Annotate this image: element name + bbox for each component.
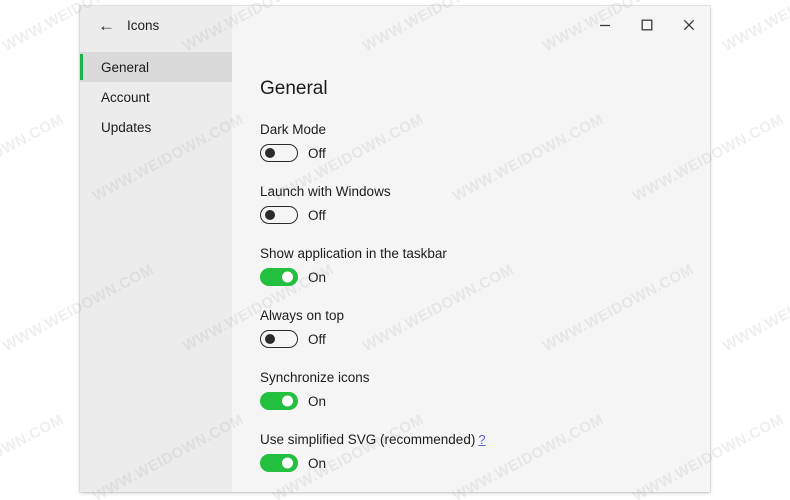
toggle-simplified-svg[interactable] — [260, 454, 298, 472]
toggle-line: Off — [260, 144, 710, 162]
setting-label: Dark Mode — [260, 122, 327, 137]
page-title: General — [260, 78, 328, 99]
setting-row-show-in-taskbar: Show application in the taskbar On — [260, 246, 710, 286]
toggle-state-label: On — [308, 393, 327, 409]
sidebar-item-label: General — [101, 59, 150, 75]
title-bar-drag-region[interactable] — [232, 6, 584, 44]
setting-row-dark-mode: Dark Mode Off — [260, 122, 710, 162]
toggle-show-in-taskbar[interactable] — [260, 268, 298, 286]
toggle-knob — [265, 334, 275, 344]
toggle-knob — [282, 457, 293, 469]
maximize-icon — [641, 19, 653, 31]
window-body: General Account Updates General Dark Mod… — [80, 44, 710, 492]
toggle-line: On — [260, 268, 710, 286]
window-controls — [584, 6, 710, 44]
toggle-state-label: On — [308, 455, 327, 471]
setting-label: Launch with Windows — [260, 184, 391, 199]
watermark-text: WWW.WEIDOWN.COM — [720, 0, 790, 56]
toggle-always-on-top[interactable] — [260, 330, 298, 348]
close-icon — [683, 19, 695, 31]
setting-label: Use simplified SVG (recommended) — [260, 432, 476, 447]
toggle-line: On — [260, 454, 710, 472]
title-bar-left-section: ← Icons — [80, 6, 232, 44]
toggle-state-label: Off — [308, 207, 326, 223]
window-title: Icons — [127, 17, 160, 33]
sidebar-item-general[interactable]: General — [80, 52, 232, 82]
settings-window: ← Icons General Account Updates General … — [80, 6, 710, 492]
setting-row-always-on-top: Always on top Off — [260, 308, 710, 348]
setting-label-wrapper: Use simplified SVG (recommended)? — [260, 432, 710, 447]
sidebar-item-updates[interactable]: Updates — [80, 112, 232, 142]
toggle-dark-mode[interactable] — [260, 144, 298, 162]
toggle-knob — [265, 210, 275, 220]
help-link-icon[interactable]: ? — [478, 432, 485, 447]
toggle-launch-with-windows[interactable] — [260, 206, 298, 224]
maximize-button[interactable] — [626, 6, 668, 44]
sidebar-nav: General Account Updates — [80, 44, 232, 492]
setting-label: Show application in the taskbar — [260, 246, 447, 261]
toggle-line: On — [260, 392, 710, 410]
setting-row-launch-with-windows: Launch with Windows Off — [260, 184, 710, 224]
watermark-text: WWW.WEIDOWN.COM — [0, 110, 67, 206]
toggle-knob — [282, 271, 293, 283]
setting-label: Always on top — [260, 308, 345, 323]
toggle-knob — [282, 395, 293, 407]
settings-content-panel: General Dark Mode Off Launch with Window… — [232, 44, 710, 492]
setting-label: Synchronize icons — [260, 370, 370, 385]
watermark-text: WWW.WEIDOWN.COM — [0, 410, 67, 500]
sidebar-item-account[interactable]: Account — [80, 82, 232, 112]
sidebar-top-spacer — [80, 44, 232, 52]
title-bar: ← Icons — [80, 6, 710, 44]
toggle-state-label: Off — [308, 331, 326, 347]
toggle-knob — [265, 148, 275, 158]
sidebar-item-label: Account — [101, 89, 150, 105]
toggle-line: Off — [260, 330, 710, 348]
back-arrow-icon[interactable]: ← — [98, 17, 115, 34]
setting-row-simplified-svg: Use simplified SVG (recommended)? On — [260, 432, 710, 472]
sidebar-item-label: Updates — [101, 119, 152, 135]
toggle-line: Off — [260, 206, 710, 224]
close-button[interactable] — [668, 6, 710, 44]
toggle-state-label: On — [308, 269, 327, 285]
watermark-text: WWW.WEIDOWN.COM — [720, 260, 790, 356]
setting-row-synchronize-icons: Synchronize icons On — [260, 370, 710, 410]
minimize-button[interactable] — [584, 6, 626, 44]
toggle-state-label: Off — [308, 145, 326, 161]
toggle-synchronize-icons[interactable] — [260, 392, 298, 410]
minimize-icon — [600, 24, 610, 27]
